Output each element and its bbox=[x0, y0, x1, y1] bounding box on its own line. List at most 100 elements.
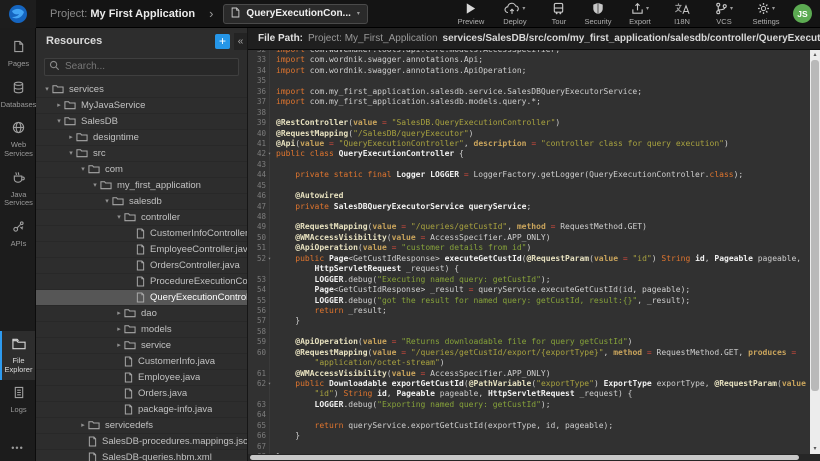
fold-marker-icon[interactable]: ▾ bbox=[268, 379, 271, 389]
tree-expand-arrow-icon[interactable]: ▸ bbox=[114, 341, 124, 349]
code-line[interactable]: 63 LOGGER.debug("Exporting named query: … bbox=[248, 400, 810, 410]
tree-folder-designtime[interactable]: ▸designtime bbox=[36, 130, 247, 146]
code-line[interactable]: 66 } bbox=[248, 431, 810, 441]
code-line[interactable]: 35 bbox=[248, 76, 810, 86]
tree-file-ProcedureExecutionController.java[interactable]: ProcedureExecutionController.java bbox=[36, 274, 247, 290]
code-line[interactable]: 50 @WMAccessVisibility(value = AccessSpe… bbox=[248, 233, 810, 243]
tree-expand-arrow-icon[interactable]: ▸ bbox=[66, 133, 76, 141]
code-line[interactable]: 58 bbox=[248, 327, 810, 337]
code-line[interactable]: 54 Page<GetCustIdResponse> _result = que… bbox=[248, 285, 810, 295]
code-line[interactable]: 41@Api(value = "QueryExecutionController… bbox=[248, 139, 810, 149]
vertical-scrollbar[interactable]: ▴ ▾ bbox=[810, 50, 820, 454]
tree-folder-src[interactable]: ▾src bbox=[36, 146, 247, 162]
code-line[interactable]: 37import com.my_first_application.salesd… bbox=[248, 97, 810, 107]
tree-folder-models[interactable]: ▸models bbox=[36, 322, 247, 338]
code-line[interactable]: 43 bbox=[248, 160, 810, 170]
tree-folder-salesdb[interactable]: ▾salesdb bbox=[36, 194, 247, 210]
sidebar-item-web-services[interactable]: WebServices bbox=[0, 115, 35, 164]
code-line[interactable]: 47 private SalesDBQueryExecutorService q… bbox=[248, 202, 810, 212]
tree-collapse-arrow-icon[interactable]: ▾ bbox=[102, 197, 112, 205]
tree-file-CustomerInfo.java[interactable]: CustomerInfo.java bbox=[36, 354, 247, 370]
tree-file-EmployeeController.java[interactable]: EmployeeController.java bbox=[36, 242, 247, 258]
code-line[interactable]: 48 bbox=[248, 212, 810, 222]
code-line[interactable]: 44 private static final Logger LOGGER = … bbox=[248, 170, 810, 180]
more-options-icon[interactable]: ••• bbox=[0, 437, 35, 461]
tree-file-Employee.java[interactable]: Employee.java bbox=[36, 370, 247, 386]
code-line[interactable]: "id") String id, Pageable pageable, Http… bbox=[248, 389, 810, 399]
code-line[interactable]: 38 bbox=[248, 108, 810, 118]
horizontal-scrollbar[interactable] bbox=[248, 454, 820, 461]
tree-collapse-arrow-icon[interactable]: ▾ bbox=[54, 117, 64, 125]
deploy-button[interactable]: ▾Deploy bbox=[500, 2, 530, 26]
tree-file-Orders.java[interactable]: Orders.java bbox=[36, 386, 247, 402]
tree-file-SalesDB-procedures.mappings.json[interactable]: SalesDB-procedures.mappings.json bbox=[36, 434, 247, 450]
sidebar-item-file-explorer[interactable]: FileExplorer bbox=[0, 331, 35, 380]
code-line[interactable]: 34import com.wordnik.swagger.annotations… bbox=[248, 66, 810, 76]
code-editor[interactable]: 32import com.wavemaker.tools.api.core.mo… bbox=[248, 50, 820, 454]
open-file-dropdown[interactable]: QueryExecutionCon... ▾ bbox=[223, 4, 367, 24]
tree-file-OrdersController.java[interactable]: OrdersController.java bbox=[36, 258, 247, 274]
code-line[interactable]: 57 } bbox=[248, 316, 810, 326]
code-line[interactable]: 40@RequestMapping("/SalesDB/queryExecuto… bbox=[248, 129, 810, 139]
tree-file-QueryExecutionController.java[interactable]: QueryExecutionController.java bbox=[36, 290, 247, 306]
sidebar-item-pages[interactable]: Pages bbox=[0, 34, 35, 75]
export-button[interactable]: ▾Export bbox=[625, 2, 655, 26]
code-line[interactable]: "application/octet-stream") bbox=[248, 358, 810, 368]
tree-folder-dao[interactable]: ▸dao bbox=[36, 306, 247, 322]
code-line[interactable]: 51 @ApiOperation(value = "customer detai… bbox=[248, 243, 810, 253]
settings-button[interactable]: ▾Settings bbox=[751, 2, 781, 26]
code-line[interactable]: 56 return _result; bbox=[248, 306, 810, 316]
code-line[interactable]: 53 LOGGER.debug("Executing named query: … bbox=[248, 275, 810, 285]
tree-collapse-arrow-icon[interactable]: ▾ bbox=[114, 213, 124, 221]
tree-folder-controller[interactable]: ▾controller bbox=[36, 210, 247, 226]
tree-folder-my_first_application[interactable]: ▾my_first_application bbox=[36, 178, 247, 194]
code-line[interactable]: HttpServletRequest _request) { bbox=[248, 264, 810, 274]
scroll-down-arrow-icon[interactable]: ▾ bbox=[810, 444, 820, 454]
code-line[interactable]: 55 LOGGER.debug("got the result for name… bbox=[248, 296, 810, 306]
user-avatar[interactable]: JS bbox=[793, 4, 812, 23]
i18n-button[interactable]: I18N bbox=[667, 2, 697, 26]
tree-folder-com[interactable]: ▾com bbox=[36, 162, 247, 178]
code-line[interactable]: 67 bbox=[248, 442, 810, 452]
tour-button[interactable]: Tour bbox=[544, 2, 574, 26]
sidebar-item-java-services[interactable]: JavaServices bbox=[0, 165, 35, 214]
sidebar-item-logs[interactable]: Logs bbox=[0, 380, 35, 421]
security-button[interactable]: Security bbox=[583, 2, 613, 26]
tree-folder-servicedefs[interactable]: ▸servicedefs bbox=[36, 418, 247, 434]
wavemaker-logo-icon[interactable] bbox=[0, 0, 36, 28]
code-line[interactable]: 33import com.wordnik.swagger.annotations… bbox=[248, 55, 810, 65]
code-line[interactable]: 49 @RequestMapping(value = "/queries/get… bbox=[248, 222, 810, 232]
tree-folder-service[interactable]: ▸service bbox=[36, 338, 247, 354]
collapse-panel-button[interactable]: « bbox=[234, 33, 247, 50]
tree-folder-services[interactable]: ▾services bbox=[36, 82, 247, 98]
tree-file-CustomerInfoController.java[interactable]: CustomerInfoController.java bbox=[36, 226, 247, 242]
code-line[interactable]: 61 @WMAccessVisibility(value = AccessSpe… bbox=[248, 369, 810, 379]
tree-expand-arrow-icon[interactable]: ▸ bbox=[78, 421, 88, 429]
code-line[interactable]: 52▾ public Page<GetCustIdResponse> execu… bbox=[248, 254, 810, 264]
project-breadcrumb[interactable]: Project: My First Application bbox=[50, 8, 195, 20]
horizontal-scrollbar-thumb[interactable] bbox=[250, 455, 799, 460]
tree-expand-arrow-icon[interactable]: ▸ bbox=[54, 101, 64, 109]
tree-collapse-arrow-icon[interactable]: ▾ bbox=[66, 149, 76, 157]
preview-button[interactable]: Preview bbox=[456, 2, 486, 26]
fold-marker-icon[interactable]: ▾ bbox=[268, 254, 271, 264]
tree-folder-SalesDB[interactable]: ▾SalesDB bbox=[36, 114, 247, 130]
tree-expand-arrow-icon[interactable]: ▸ bbox=[114, 325, 124, 333]
vertical-scrollbar-thumb[interactable] bbox=[811, 60, 819, 391]
tree-folder-MyJavaService[interactable]: ▸MyJavaService bbox=[36, 98, 247, 114]
search-input[interactable] bbox=[44, 58, 239, 76]
tree-collapse-arrow-icon[interactable]: ▾ bbox=[78, 165, 88, 173]
code-line[interactable]: 64 bbox=[248, 410, 810, 420]
sidebar-item-apis[interactable]: APIs bbox=[0, 214, 35, 255]
code-line[interactable]: 46 @Autowired bbox=[248, 191, 810, 201]
code-line[interactable]: 59 @ApiOperation(value = "Returns downlo… bbox=[248, 337, 810, 347]
add-resource-button[interactable]: + bbox=[215, 34, 230, 49]
code-line[interactable]: 45 bbox=[248, 181, 810, 191]
sidebar-item-databases[interactable]: Databases bbox=[0, 75, 35, 116]
fold-marker-icon[interactable]: ▾ bbox=[268, 149, 271, 159]
code-line[interactable]: 62▾ public Downloadable exportGetCustId(… bbox=[248, 379, 810, 389]
tree-collapse-arrow-icon[interactable]: ▾ bbox=[90, 181, 100, 189]
tree-file-package-info.java[interactable]: package-info.java bbox=[36, 402, 247, 418]
tree-collapse-arrow-icon[interactable]: ▾ bbox=[42, 85, 52, 93]
code-line[interactable]: 36import com.my_first_application.salesd… bbox=[248, 87, 810, 97]
